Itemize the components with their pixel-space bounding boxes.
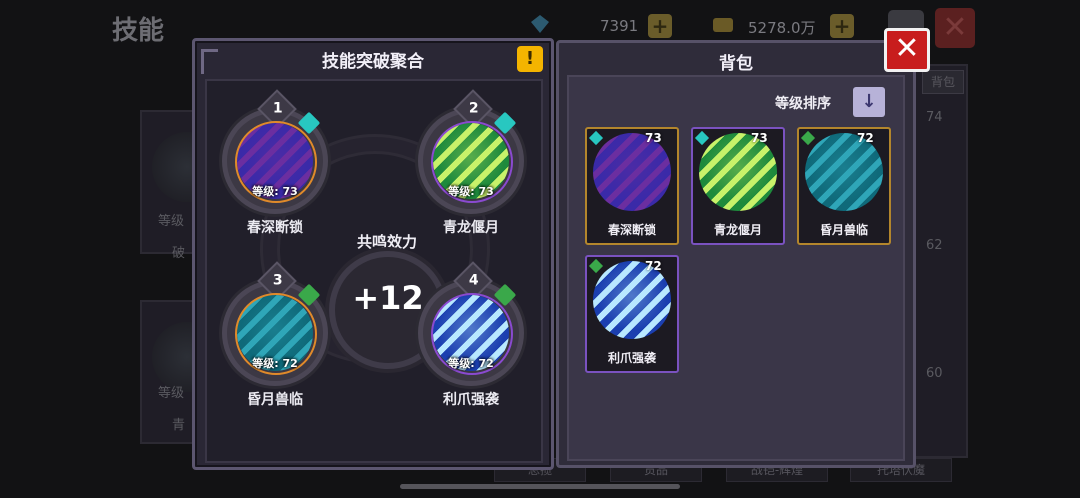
backpack-item[interactable]: 73 春深断锁 <box>585 127 679 245</box>
skill-level: 等级: 73 <box>448 185 494 198</box>
diamond-badge-icon <box>588 130 604 146</box>
background-level: 60 <box>926 366 943 381</box>
gold-counter: 5278.0万 + <box>712 14 862 40</box>
backpack-item[interactable]: 72 利爪强袭 <box>585 255 679 373</box>
skill-level: 等级: 72 <box>448 357 494 370</box>
skill-name: 春深断锁 <box>247 220 303 236</box>
background-right-column: 背包 74 62 60 <box>914 64 968 458</box>
background-skill-text: 青 <box>172 418 186 433</box>
background-tab: 背包 <box>922 70 964 94</box>
upgrade-arrow-icon <box>800 130 816 146</box>
sort-label: 等级排序 <box>775 96 831 112</box>
home-indicator[interactable] <box>400 484 680 489</box>
background-skill-text: 等级 <box>158 214 185 229</box>
gem-counter: 7391 + <box>530 14 680 40</box>
skill-name: 利爪强袭 <box>443 392 499 408</box>
fuse-slot-2[interactable]: 2 等级: 73 青龙偃月 <box>411 89 531 236</box>
backpack-area: 等级排序 ↓ 73 春深断锁 73 青龙偃月 72 昏月兽临 72 利爪强袭 <box>567 75 905 461</box>
fuse-slot-1[interactable]: 1 等级: 73 春深断锁 <box>215 89 335 236</box>
item-level: 73 <box>645 131 662 145</box>
skill-fuse-panel: 技能突破聚合 ! 共鸣效力 +12 1 等级: 73 春深断锁 2 等级: 73… <box>192 38 554 470</box>
skill-level: 等级: 73 <box>252 185 298 198</box>
add-gold-button[interactable]: + <box>830 14 854 38</box>
panel-title: 背包 <box>719 54 753 74</box>
item-level: 72 <box>857 131 874 145</box>
skill-name: 青龙偃月 <box>443 220 499 236</box>
close-button[interactable]: ✕ <box>884 28 930 72</box>
fuse-slot-3[interactable]: 3 等级: 72 昏月兽临 <box>215 261 335 408</box>
upgrade-arrow-icon <box>588 258 604 274</box>
fuse-slot-4[interactable]: 4 等级: 72 利爪强袭 <box>411 261 531 408</box>
item-level: 72 <box>645 259 662 273</box>
add-gems-button[interactable]: + <box>648 14 672 38</box>
panel-title: 技能突破聚合 <box>322 52 424 72</box>
backpack-panel: 背包 等级排序 ↓ 73 春深断锁 73 青龙偃月 72 昏月兽临 72 利爪强… <box>556 40 916 468</box>
backpack-item[interactable]: 73 青龙偃月 <box>691 127 785 245</box>
item-level: 73 <box>751 131 768 145</box>
sort-button[interactable]: ↓ <box>853 87 885 117</box>
gold-count: 5278.0万 <box>748 19 816 37</box>
background-level: 62 <box>926 238 943 253</box>
background-skill-text: 破 <box>172 246 186 261</box>
background-close-button[interactable]: ✕ <box>935 8 975 48</box>
item-name: 昏月兽临 <box>819 223 868 237</box>
info-button[interactable]: ! <box>517 46 543 72</box>
diamond-badge-icon <box>694 130 710 146</box>
arrow-down-icon: ↓ <box>861 91 877 112</box>
skill-level: 等级: 72 <box>252 357 298 370</box>
backpack-item[interactable]: 72 昏月兽临 <box>797 127 891 245</box>
close-x-icon: ✕ <box>894 31 920 66</box>
exclamation-icon: ! <box>525 48 535 69</box>
item-name: 利爪强袭 <box>607 351 656 365</box>
background-skill-text: 等级 <box>158 386 185 401</box>
fuse-area: 共鸣效力 +12 1 等级: 73 春深断锁 2 等级: 73 青龙偃月 3 等… <box>205 79 543 463</box>
item-name: 春深断锁 <box>607 223 656 237</box>
gem-icon <box>530 14 550 34</box>
background-level: 74 <box>926 110 943 125</box>
gem-count: 7391 <box>600 17 639 35</box>
background-page-title: 技能 <box>112 16 165 46</box>
coin-icon <box>712 14 733 34</box>
item-name: 青龙偃月 <box>713 223 762 237</box>
skill-name: 昏月兽临 <box>247 392 303 408</box>
